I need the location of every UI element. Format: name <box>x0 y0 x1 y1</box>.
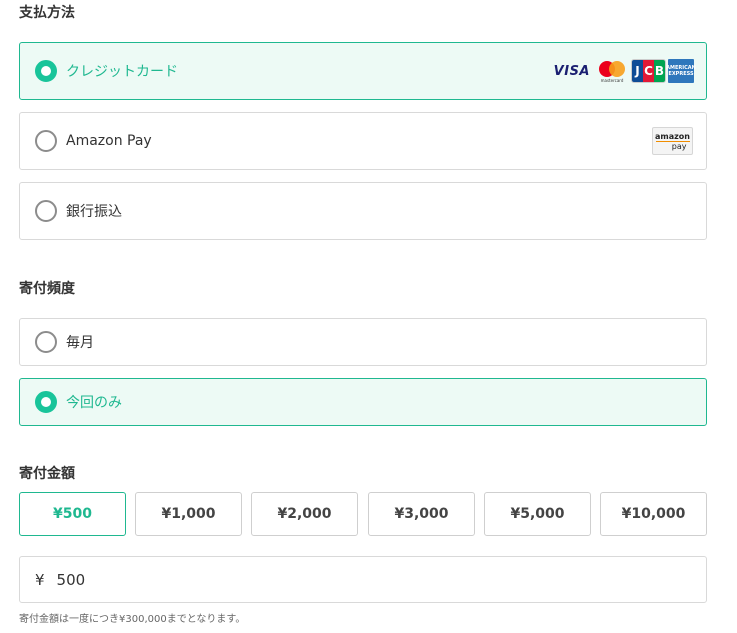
amount-input-field[interactable]: ¥ <box>19 556 707 603</box>
amount-preset-2000-button[interactable]: ¥2,000 <box>251 492 358 536</box>
payment-method-title: 支払方法 <box>19 5 75 21</box>
radio-selected-icon[interactable] <box>35 391 57 413</box>
amount-limit-note: 寄付金額は一度につき¥300,000までとなります。 <box>19 614 246 625</box>
amount-preset-3000-button[interactable]: ¥3,000 <box>368 492 475 536</box>
amount-preset-5000-button[interactable]: ¥5,000 <box>484 492 591 536</box>
amazon-pay-logo-icon: amazon pay <box>652 127 693 155</box>
radio-unselected-icon[interactable] <box>35 331 57 353</box>
yen-symbol: ¥ <box>35 570 45 589</box>
frequency-option-monthly[interactable]: 毎月 <box>19 318 707 366</box>
donation-amount-title: 寄付金額 <box>19 466 75 482</box>
radio-unselected-icon[interactable] <box>35 200 57 222</box>
frequency-option-label: 今回のみ <box>66 395 122 411</box>
amount-preset-1000-button[interactable]: ¥1,000 <box>135 492 242 536</box>
jcb-logo-icon: J C B <box>631 59 666 83</box>
radio-unselected-icon[interactable] <box>35 130 57 152</box>
payment-option-label: 銀行振込 <box>66 204 122 220</box>
payment-option-label: クレジットカード <box>66 64 178 80</box>
payment-option-bank-transfer[interactable]: 銀行振込 <box>19 182 707 240</box>
frequency-option-one-time[interactable]: 今回のみ <box>19 378 707 426</box>
amount-preset-10000-button[interactable]: ¥10,000 <box>600 492 707 536</box>
donation-frequency-title: 寄付頻度 <box>19 281 75 297</box>
visa-logo-icon: VISA <box>553 63 590 79</box>
payment-option-label: Amazon Pay <box>66 133 152 149</box>
amex-logo-icon: AMERICAN EXPRESS <box>666 59 696 83</box>
radio-selected-icon[interactable] <box>35 60 57 82</box>
amount-preset-500-button[interactable]: ¥500 <box>19 492 126 536</box>
card-brand-logos: VISA mastercard J C B AMERICAN EXPRESS <box>553 59 696 83</box>
amount-input[interactable] <box>56 570 657 589</box>
payment-option-credit-card[interactable]: クレジットカード VISA mastercard J C B AMERICAN … <box>19 42 707 100</box>
frequency-option-label: 毎月 <box>66 335 94 351</box>
payment-option-amazon-pay[interactable]: Amazon Pay amazon pay <box>19 112 707 170</box>
mastercard-logo-icon: mastercard <box>597 59 627 83</box>
